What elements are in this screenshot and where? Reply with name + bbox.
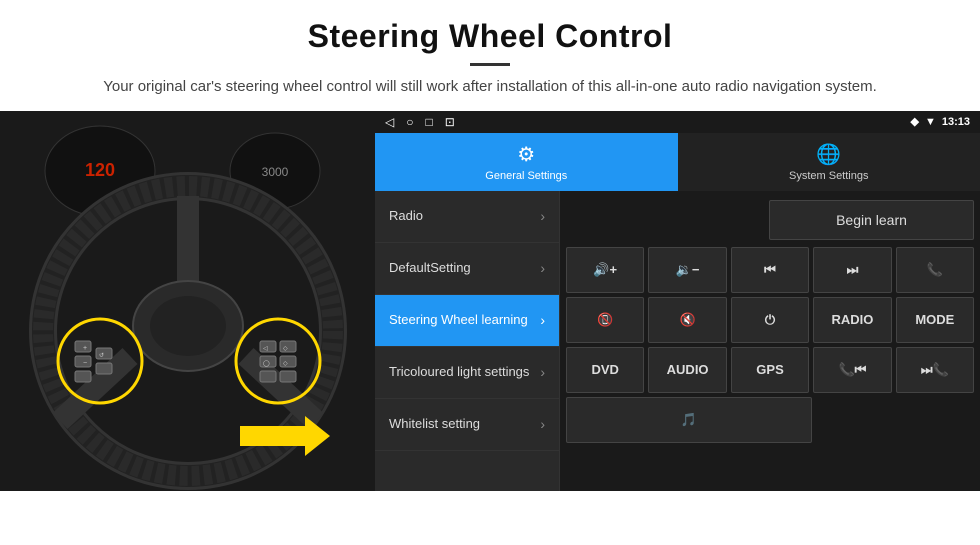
svg-text:−: −: [83, 360, 87, 367]
svg-text:+: +: [83, 345, 87, 352]
status-right: ◆ ▼ 13:13: [911, 115, 971, 128]
tel-next-icon: ⏭📞: [921, 362, 949, 378]
gps-button[interactable]: GPS: [731, 347, 809, 393]
power-button[interactable]: ⏻: [731, 297, 809, 343]
prev-track-icon: ⏮: [764, 262, 776, 278]
radio-label: RADIO: [831, 312, 873, 327]
phone-icon: 📞: [927, 262, 943, 278]
menu-whitelist-label: Whitelist setting: [389, 416, 480, 433]
media-icon: 🎵: [681, 412, 697, 428]
status-time: 13:13: [942, 116, 970, 128]
signal-icon: ▼: [925, 116, 936, 128]
menu-item-radio[interactable]: Radio ›: [375, 191, 559, 243]
chevron-icon-default: ›: [540, 260, 545, 276]
recents-icon[interactable]: □: [425, 115, 432, 129]
tab-bar: ⚙ General Settings 🌐 System Settings: [375, 133, 980, 191]
tab-general-label: General Settings: [485, 170, 567, 182]
mode-label: MODE: [915, 312, 954, 327]
menu-item-tricoloured[interactable]: Tricoloured light settings ›: [375, 347, 559, 399]
media-button[interactable]: 🎵: [566, 397, 812, 443]
mode-button[interactable]: MODE: [896, 297, 974, 343]
begin-learn-button[interactable]: Begin learn: [769, 200, 974, 240]
home-icon[interactable]: ○: [406, 115, 413, 129]
next-track-button[interactable]: ⏭: [813, 247, 891, 293]
page-title: Steering Wheel Control: [60, 18, 920, 55]
menu-list: Radio › DefaultSetting › Steering Wheel …: [375, 191, 980, 491]
general-settings-icon: ⚙: [517, 142, 535, 167]
phone-button[interactable]: 📞: [896, 247, 974, 293]
page-subtitle: Your original car's steering wheel contr…: [60, 76, 920, 99]
svg-text:◁: ◁: [263, 346, 268, 352]
control-row-3: DVD AUDIO GPS 📞⏮ ⏭📞: [566, 347, 974, 393]
chevron-icon-whitelist: ›: [540, 416, 545, 432]
menu-items-list: Radio › DefaultSetting › Steering Wheel …: [375, 191, 560, 491]
tel-next-button[interactable]: ⏭📞: [896, 347, 974, 393]
audio-label: AUDIO: [667, 362, 709, 377]
menu-steering-label: Steering Wheel learning: [389, 312, 528, 329]
steering-wheel-panel: 120 3000 + − ↺: [0, 111, 375, 491]
dvd-label: DVD: [591, 362, 618, 377]
steering-wheel-image: 120 3000 + − ↺: [0, 111, 375, 491]
mute-button[interactable]: 🔇: [648, 297, 726, 343]
hangup-icon: 📵: [597, 312, 613, 328]
vol-up-icon: 🔊+: [593, 262, 617, 278]
tel-prev-button[interactable]: 📞⏮: [813, 347, 891, 393]
menu-item-whitelist[interactable]: Whitelist setting ›: [375, 399, 559, 451]
radio-button[interactable]: RADIO: [813, 297, 891, 343]
svg-text:3000: 3000: [262, 165, 289, 179]
tab-system[interactable]: 🌐 System Settings: [678, 133, 980, 191]
next-track-icon: ⏭: [847, 262, 859, 278]
gps-label: GPS: [756, 362, 783, 377]
vol-up-button[interactable]: 🔊+: [566, 247, 644, 293]
vol-down-icon: 🔉−: [676, 262, 700, 278]
svg-text:◇: ◇: [283, 361, 288, 367]
header-section: Steering Wheel Control Your original car…: [0, 0, 980, 111]
chevron-icon-steering: ›: [540, 312, 545, 328]
audio-button[interactable]: AUDIO: [648, 347, 726, 393]
mute-icon: 🔇: [680, 312, 696, 328]
svg-text:◇: ◇: [283, 346, 288, 352]
control-row-2: 📵 🔇 ⏻ RADIO MODE: [566, 297, 974, 343]
menu-default-label: DefaultSetting: [389, 260, 471, 277]
tab-system-label: System Settings: [789, 170, 868, 182]
power-icon: ⏻: [765, 312, 775, 328]
prev-track-button[interactable]: ⏮: [731, 247, 809, 293]
hangup-button[interactable]: 📵: [566, 297, 644, 343]
head-unit: ◁ ○ □ ⊡ ◆ ▼ 13:13 ⚙ General Settings 🌐 S…: [375, 111, 980, 491]
begin-learn-row: Begin learn: [566, 197, 974, 243]
menu-tricoloured-label: Tricoloured light settings: [389, 364, 529, 381]
system-settings-icon: 🌐: [816, 142, 841, 167]
vol-down-button[interactable]: 🔉−: [648, 247, 726, 293]
menu-item-steering[interactable]: Steering Wheel learning ›: [375, 295, 559, 347]
status-icons: ◁ ○ □ ⊡: [385, 115, 455, 129]
button-panel: Begin learn 🔊+ 🔉− ⏮ ⏭: [560, 191, 980, 491]
svg-text:↺: ↺: [99, 352, 104, 359]
title-divider: [470, 63, 510, 66]
menu-radio-label: Radio: [389, 208, 423, 225]
chevron-icon-radio: ›: [540, 208, 545, 224]
menu-icon[interactable]: ⊡: [445, 115, 455, 129]
tab-general[interactable]: ⚙ General Settings: [375, 133, 678, 191]
svg-text:◯: ◯: [263, 360, 270, 367]
content-area: 120 3000 + − ↺: [0, 111, 980, 491]
status-bar: ◁ ○ □ ⊡ ◆ ▼ 13:13: [375, 111, 980, 133]
chevron-icon-tricoloured: ›: [540, 364, 545, 380]
back-icon[interactable]: ◁: [385, 115, 394, 129]
location-icon: ◆: [911, 115, 919, 128]
tel-prev-icon: 📞⏮: [838, 362, 866, 378]
control-row-1: 🔊+ 🔉− ⏮ ⏭ 📞: [566, 247, 974, 293]
dvd-button[interactable]: DVD: [566, 347, 644, 393]
menu-item-default[interactable]: DefaultSetting ›: [375, 243, 559, 295]
svg-text:120: 120: [85, 160, 115, 180]
control-row-4: 🎵: [566, 397, 974, 443]
